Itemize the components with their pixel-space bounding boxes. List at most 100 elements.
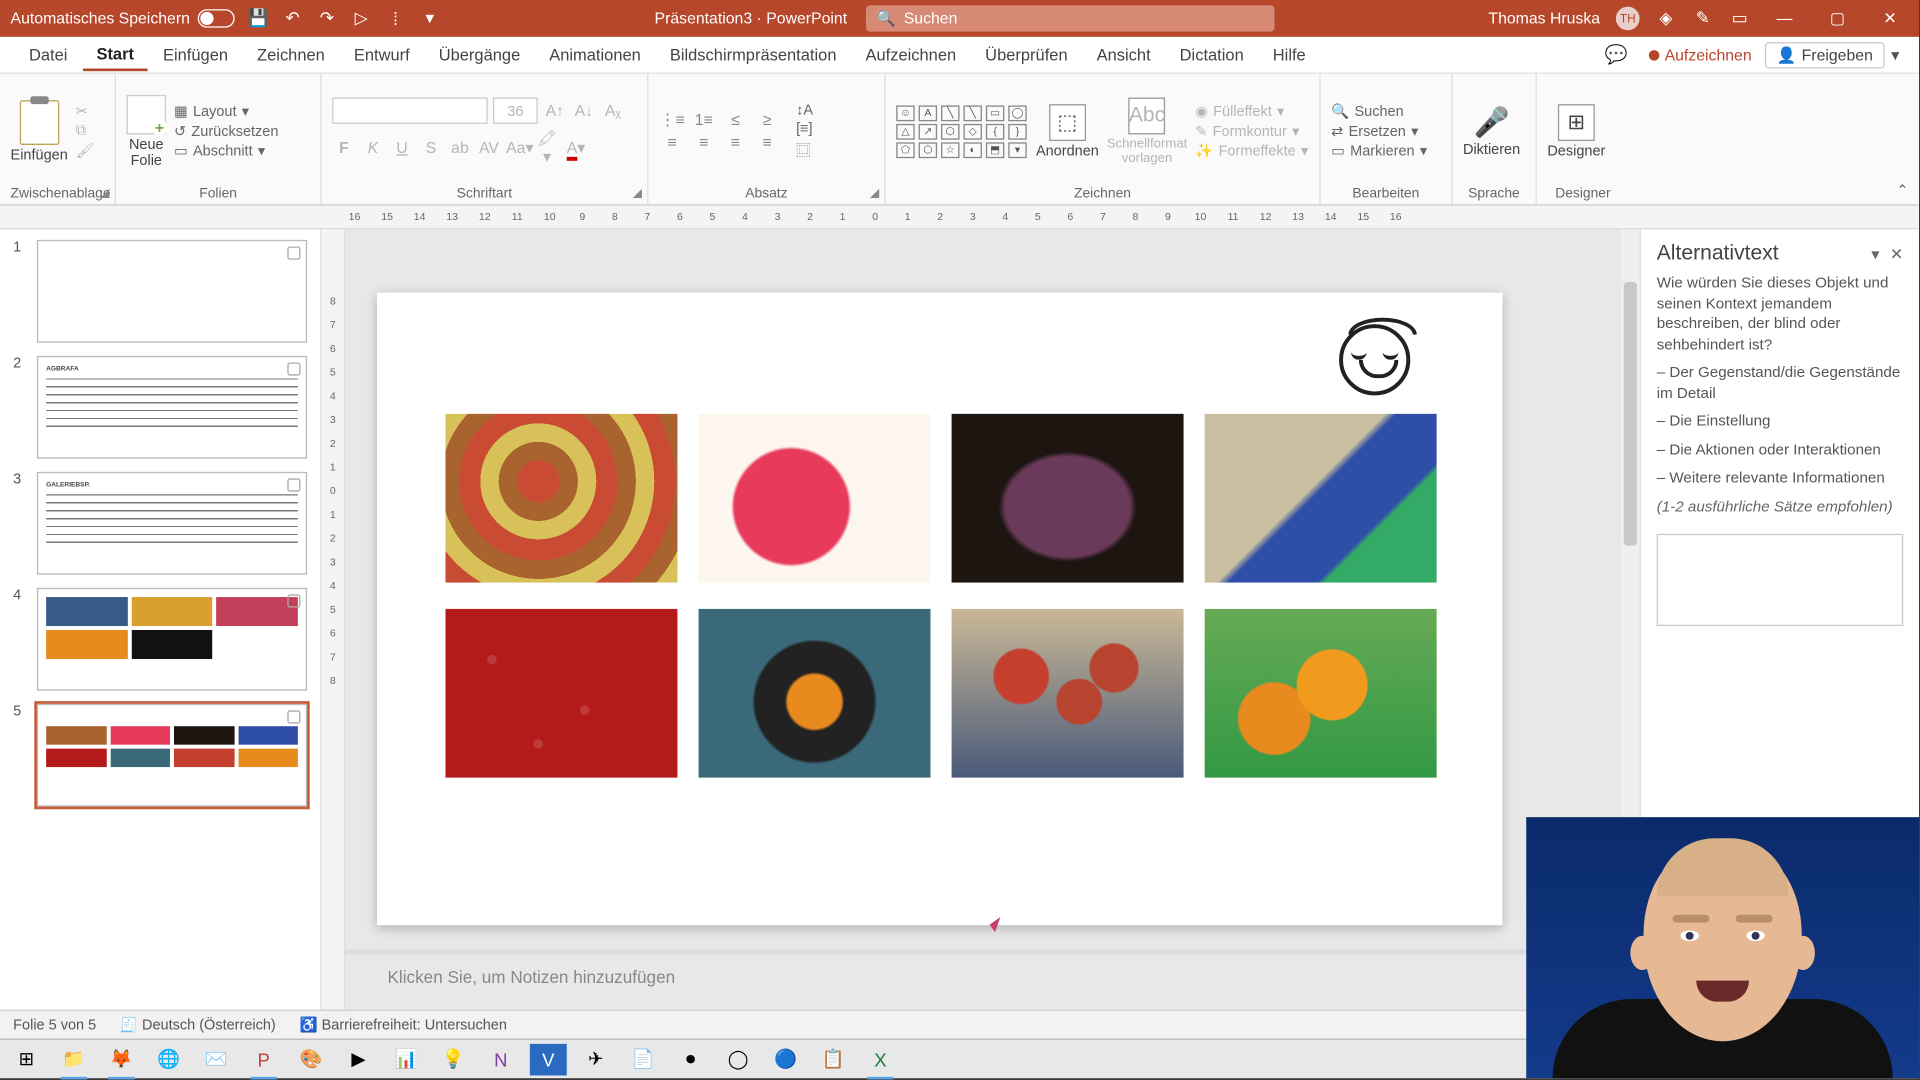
clear-format-button[interactable]: Aᵪ: [601, 101, 625, 119]
layout-button[interactable]: ▦ Layout ▾: [174, 103, 278, 120]
taskbar-obs[interactable]: ⏺: [672, 1043, 709, 1075]
new-slide-button[interactable]: Neue Folie: [127, 94, 167, 168]
slide-thumbnail-4[interactable]: [37, 588, 307, 691]
reset-button[interactable]: ↺ Zurücksetzen: [174, 123, 278, 140]
copy-button[interactable]: ⧉: [76, 123, 94, 140]
alt-text-input[interactable]: [1657, 534, 1903, 626]
smartart-button[interactable]: ⿴: [796, 139, 813, 160]
slide-image-apples[interactable]: [445, 414, 677, 583]
font-family-input[interactable]: [332, 97, 488, 123]
collapse-ribbon-button[interactable]: ⌃: [1896, 182, 1908, 199]
slide-image-oranges[interactable]: [1205, 609, 1437, 778]
justify-icon[interactable]: ≡: [754, 133, 780, 151]
align-right-icon[interactable]: ≡: [722, 133, 748, 151]
taskbar-app[interactable]: ◯: [720, 1043, 757, 1075]
maximize-button[interactable]: ▢: [1819, 9, 1856, 27]
dialog-launcher-icon[interactable]: ◢: [633, 186, 642, 200]
vertical-ruler[interactable]: 87654321012345678: [322, 229, 346, 1009]
text-direction-button[interactable]: ↕A: [796, 102, 813, 118]
tab-ueberpruefen[interactable]: Überprüfen: [972, 40, 1081, 69]
align-left-icon[interactable]: ≡: [659, 133, 685, 151]
search-input[interactable]: 🔍 Suchen: [866, 5, 1275, 31]
taskbar-app[interactable]: 📊: [387, 1043, 424, 1075]
status-accessibility[interactable]: ♿ Barrierefreiheit: Untersuchen: [299, 1016, 506, 1033]
spacing-button[interactable]: AV: [477, 138, 501, 156]
taskbar-chrome[interactable]: 🌐: [150, 1043, 187, 1075]
tab-bildschirmpraesentation[interactable]: Bildschirmpräsentation: [657, 40, 850, 69]
slide-image-raspberry[interactable]: [699, 414, 931, 583]
slide-thumbnail-2[interactable]: AGBRAFA: [37, 356, 307, 459]
more-icon[interactable]: ⁞: [385, 8, 406, 29]
slide-image-strawberry[interactable]: [445, 609, 677, 778]
align-text-button[interactable]: [≡]: [796, 121, 813, 137]
case-button[interactable]: Aa▾: [506, 138, 530, 156]
start-button[interactable]: ⊞: [8, 1043, 45, 1075]
window-icon[interactable]: ▭: [1729, 8, 1750, 29]
replace-button[interactable]: ⇄ Ersetzen ▾: [1331, 123, 1427, 140]
record-button[interactable]: Aufzeichnen: [1638, 43, 1762, 67]
numbering-icon[interactable]: 1≡: [691, 111, 717, 129]
font-size-input[interactable]: 36: [493, 97, 538, 123]
taskbar-onenote[interactable]: N: [482, 1043, 519, 1075]
notes-splitter[interactable]: [345, 949, 1639, 954]
dictate-button[interactable]: 🎤 Diktieren: [1463, 105, 1520, 158]
tab-dictation[interactable]: Dictation: [1166, 40, 1256, 69]
quick-styles-button[interactable]: Abc Schnellformat vorlagen: [1107, 97, 1188, 166]
tab-uebergaenge[interactable]: Übergänge: [426, 40, 534, 69]
current-slide[interactable]: [377, 293, 1503, 926]
select-button[interactable]: ▭ Markieren ▾: [1331, 142, 1427, 159]
slide-image-figs[interactable]: [952, 414, 1184, 583]
indent-dec-icon[interactable]: ≤: [722, 111, 748, 129]
slide-thumbnail-5[interactable]: [37, 704, 307, 807]
diamond-icon[interactable]: ◈: [1655, 8, 1676, 29]
highlight-button[interactable]: 🖍▾: [535, 129, 559, 166]
qat-dropdown-icon[interactable]: ▾: [419, 8, 440, 29]
shapes-gallery[interactable]: ☺A╲╲▭◯ △↗⬡◇{} ⬠⬡☆◐⬒▾: [896, 105, 1028, 158]
slide-thumbnail-1[interactable]: [37, 240, 307, 343]
share-dropdown[interactable]: ▾: [1887, 45, 1903, 65]
shape-effects-button[interactable]: ✨ Formeffekte ▾: [1195, 142, 1308, 159]
align-center-icon[interactable]: ≡: [691, 133, 717, 151]
format-painter-button[interactable]: 🖌: [76, 142, 94, 159]
strike-button[interactable]: S: [419, 138, 443, 156]
status-slide-number[interactable]: Folie 5 von 5: [13, 1017, 96, 1033]
cut-button[interactable]: ✂: [76, 103, 94, 120]
shape-outline-button[interactable]: ✎ Formkontur ▾: [1195, 123, 1308, 140]
comments-button[interactable]: 💬: [1597, 43, 1636, 65]
taskbar-app[interactable]: V: [530, 1043, 567, 1075]
slide-thumbnail-panel[interactable]: 1 2AGBRAFA 3GALERIEBSP. 4 5: [0, 229, 322, 1009]
taskbar-telegram[interactable]: ✈: [577, 1043, 614, 1075]
minimize-button[interactable]: —: [1766, 9, 1803, 27]
status-language[interactable]: 🧾 Deutsch (Österreich): [120, 1016, 276, 1033]
tab-start[interactable]: Start: [83, 39, 147, 71]
close-button[interactable]: ✕: [1872, 9, 1909, 27]
taskbar-app[interactable]: 📋: [815, 1043, 852, 1075]
taskbar-excel[interactable]: X: [862, 1043, 899, 1075]
taskbar-vlc[interactable]: ▶: [340, 1043, 377, 1075]
notes-input[interactable]: Klicken Sie, um Notizen hinzuzufügen: [377, 962, 1608, 996]
designer-button[interactable]: ⊞ Designer: [1547, 103, 1605, 158]
slide-image-bloodorange[interactable]: [952, 609, 1184, 778]
pane-options-button[interactable]: ▾: [1871, 245, 1879, 263]
tab-animationen[interactable]: Animationen: [536, 40, 654, 69]
horizontal-ruler[interactable]: 1615141312111098765432101234567891011121…: [0, 206, 1919, 230]
tab-hilfe[interactable]: Hilfe: [1260, 40, 1319, 69]
section-button[interactable]: ▭ Abschnitt ▾: [174, 142, 278, 159]
dialog-launcher-icon[interactable]: ◢: [870, 186, 879, 200]
taskbar-powerpoint[interactable]: P: [245, 1043, 282, 1075]
taskbar-app[interactable]: 📄: [625, 1043, 662, 1075]
taskbar-app[interactable]: 🎨: [293, 1043, 330, 1075]
share-button[interactable]: 👤Freigeben: [1765, 42, 1885, 68]
italic-button[interactable]: K: [361, 138, 385, 156]
tab-entwurf[interactable]: Entwurf: [341, 40, 423, 69]
taskbar-firefox[interactable]: 🦊: [103, 1043, 140, 1075]
bold-button[interactable]: F: [332, 138, 356, 156]
paste-button[interactable]: Einfügen: [11, 100, 68, 163]
font-color-button[interactable]: A▾: [564, 138, 588, 156]
slide-thumbnail-3[interactable]: GALERIEBSP.: [37, 472, 307, 575]
underline-button[interactable]: U: [390, 138, 414, 156]
tab-aufzeichnen[interactable]: Aufzeichnen: [852, 40, 969, 69]
pane-close-button[interactable]: ✕: [1890, 245, 1903, 263]
taskbar-app[interactable]: 💡: [435, 1043, 472, 1075]
find-button[interactable]: 🔍 Suchen: [1331, 103, 1427, 120]
